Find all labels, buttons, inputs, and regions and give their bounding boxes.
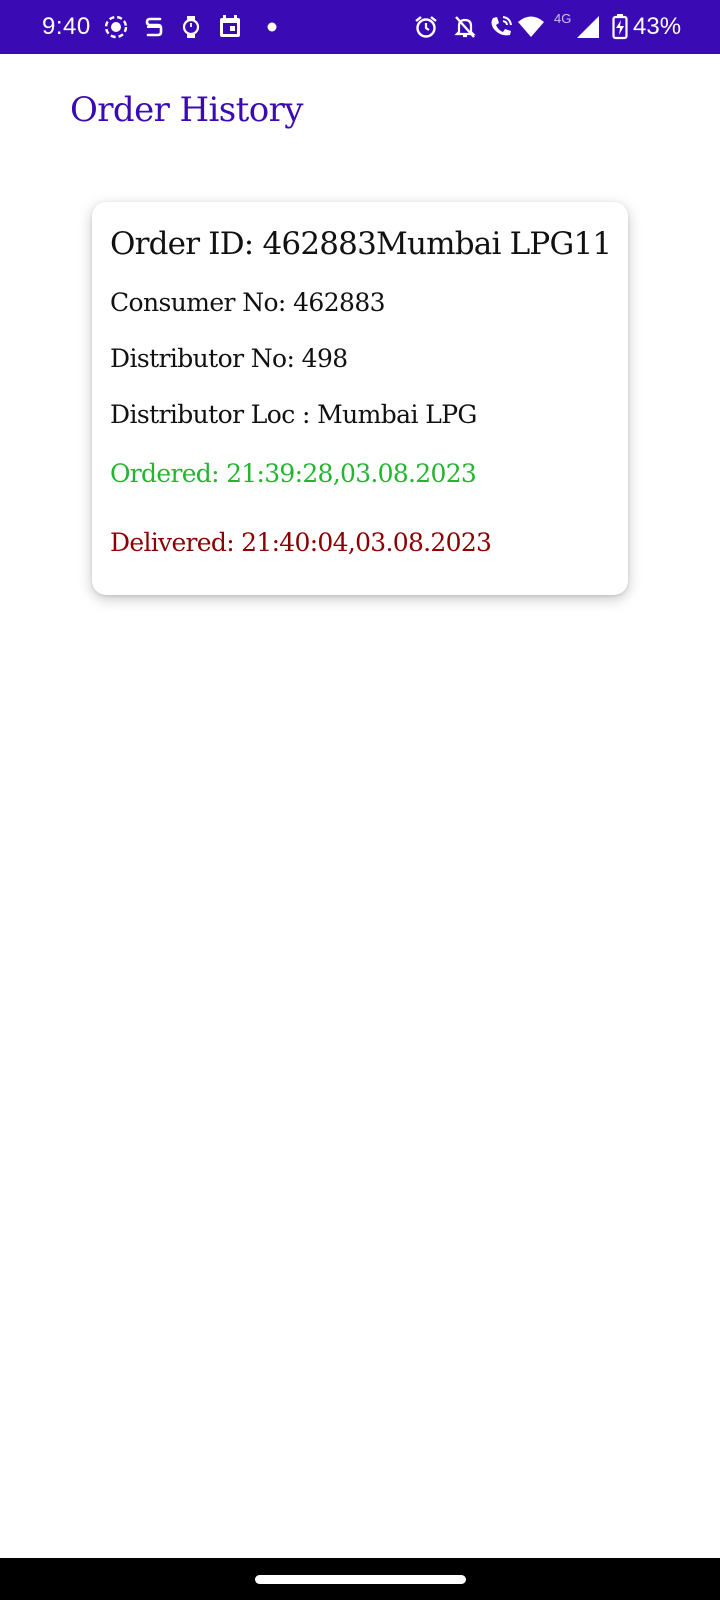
- ordered-timestamp-text: Ordered: 21:39:28,03.08.2023: [110, 459, 477, 488]
- screen-record-icon: [102, 13, 130, 41]
- alarm-icon: [412, 13, 440, 41]
- page-title: Order History: [70, 90, 303, 130]
- s-app-icon: [140, 13, 168, 41]
- cell-signal-icon: [574, 13, 602, 41]
- status-bar: 9:40 4G 43%: [0, 0, 720, 54]
- network-type-label: 4G: [554, 11, 572, 26]
- delivered-timestamp-text: Delivered: 21:40:04,03.08.2023: [110, 528, 492, 557]
- distributor-location-text: Distributor Loc : Mumbai LPG: [110, 400, 477, 429]
- wifi-calling-icon: [487, 13, 515, 41]
- order-id-text: Order ID: 462883Mumbai LPG11: [110, 226, 612, 262]
- status-time: 9:40: [42, 13, 91, 40]
- wifi-icon: [517, 13, 545, 41]
- home-gesture-handle[interactable]: [255, 1575, 466, 1584]
- navigation-bar: [0, 1558, 720, 1600]
- order-card[interactable]: Order ID: 462883Mumbai LPG11 Consumer No…: [92, 202, 628, 595]
- battery-percent: 43%: [633, 13, 682, 40]
- bell-off-icon: [451, 13, 479, 41]
- consumer-number-text: Consumer No: 462883: [110, 288, 386, 317]
- notification-dot-icon: [258, 13, 286, 41]
- watch-icon: [177, 13, 205, 41]
- calendar-icon: [216, 13, 244, 41]
- distributor-number-text: Distributor No: 498: [110, 344, 348, 373]
- battery-charging-icon: [606, 13, 634, 41]
